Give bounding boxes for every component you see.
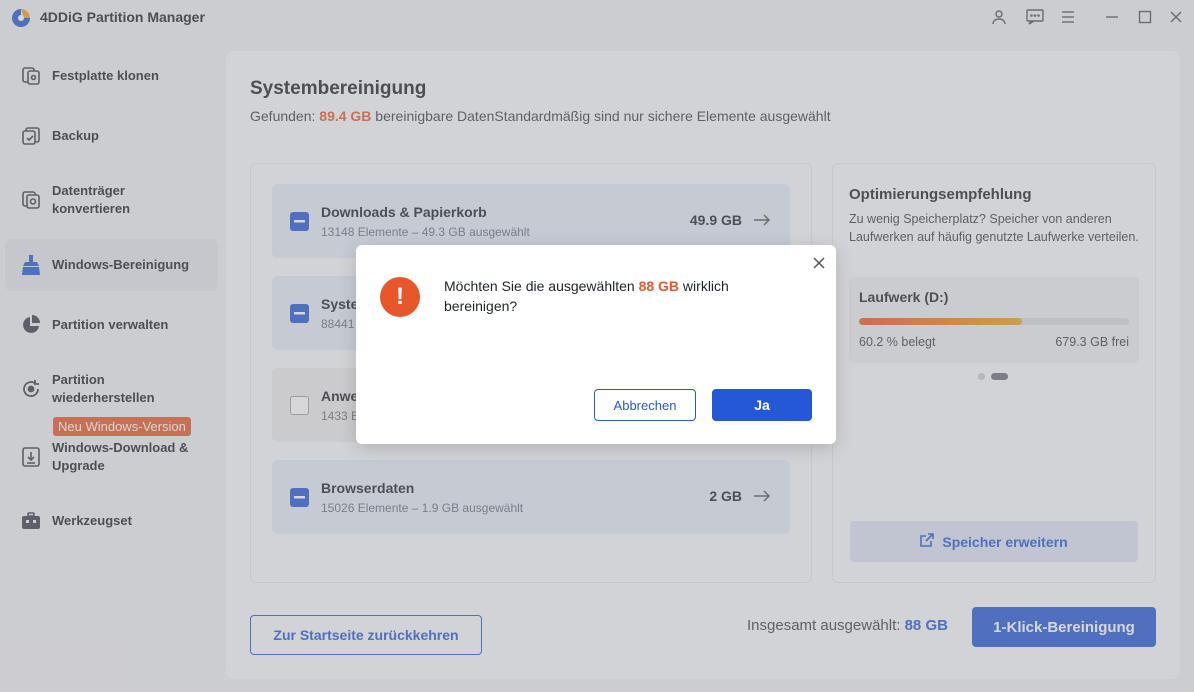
confirm-button[interactable]: Ja — [712, 389, 812, 421]
dialog-message: Möchten Sie die ausgewählten 88 GB wirkl… — [444, 276, 784, 316]
confirm-dialog: ! Möchten Sie die ausgewählten 88 GB wir… — [356, 245, 836, 444]
close-icon[interactable] — [811, 255, 827, 271]
warning-icon: ! — [380, 277, 420, 317]
cancel-button[interactable]: Abbrechen — [594, 389, 696, 421]
message-amount: 88 GB — [638, 278, 680, 294]
message-prefix: Möchten Sie die ausgewählten — [444, 278, 639, 294]
